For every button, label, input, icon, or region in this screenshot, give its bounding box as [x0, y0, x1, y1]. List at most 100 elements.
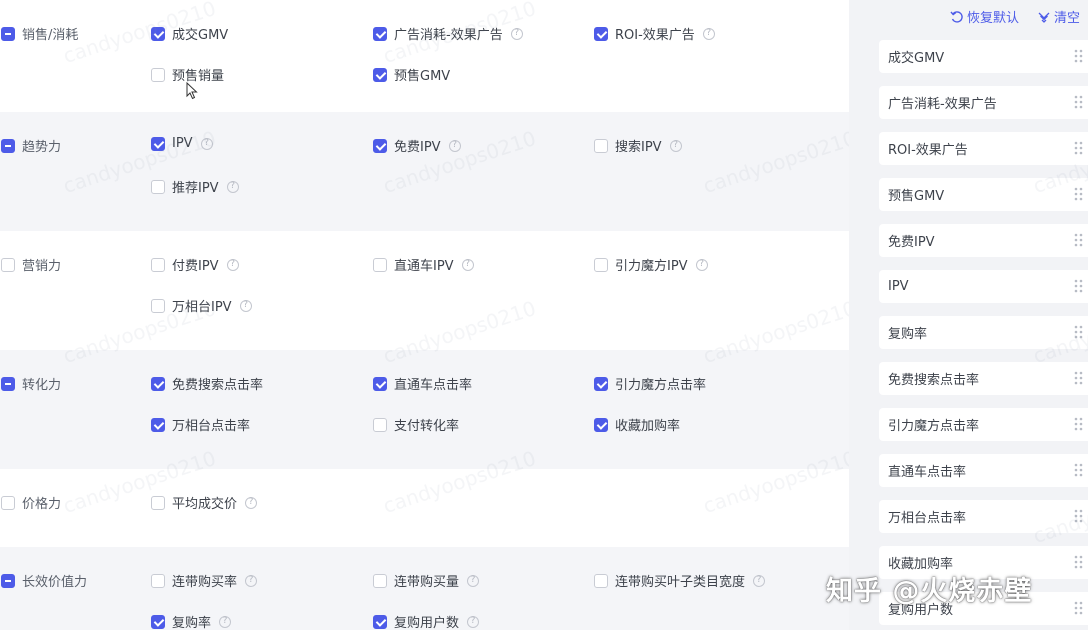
metric-checkbox-item[interactable]: IPV? — [151, 136, 213, 151]
metric-checkbox-item[interactable]: 复购用户数? — [373, 612, 480, 630]
selected-metric-item[interactable]: 免费搜索点击率 — [879, 362, 1088, 395]
metric-checkbox-item[interactable]: 直通车点击率 — [373, 374, 472, 393]
drag-handle-icon[interactable] — [1074, 187, 1084, 203]
metric-checkbox[interactable] — [594, 138, 608, 153]
metric-checkbox[interactable] — [594, 257, 608, 272]
drag-handle-icon[interactable] — [1074, 279, 1084, 295]
group-checkbox[interactable] — [1, 257, 15, 272]
question-circle-icon[interactable]: ? — [219, 615, 232, 628]
metric-checkbox[interactable] — [373, 67, 387, 82]
metric-checkbox-item[interactable]: ROI-效果广告? — [594, 24, 715, 43]
metric-checkbox[interactable] — [594, 376, 608, 391]
group-checkbox[interactable] — [1, 26, 15, 41]
restore-default-button[interactable]: 恢复默认 — [950, 7, 1019, 26]
metric-checkbox[interactable] — [151, 179, 165, 194]
metric-checkbox-item[interactable]: 支付转化率 — [373, 415, 459, 434]
metric-checkbox-item[interactable]: 广告消耗-效果广告? — [373, 24, 523, 43]
selected-metric-item[interactable]: 万相台点击率 — [879, 500, 1088, 533]
group-header-checkbox[interactable]: 趋势力 — [1, 136, 61, 155]
selected-metric-item[interactable]: ROI-效果广告 — [879, 132, 1088, 165]
group-header-checkbox[interactable]: 转化力 — [1, 374, 61, 393]
metric-checkbox[interactable] — [151, 67, 165, 82]
drag-handle-icon[interactable] — [1074, 233, 1084, 249]
metric-checkbox-item[interactable]: 免费搜索点击率 — [151, 374, 263, 393]
metric-checkbox-item[interactable]: 直通车IPV? — [373, 255, 474, 274]
drag-handle-icon[interactable] — [1074, 325, 1084, 341]
question-circle-icon[interactable]: ? — [226, 180, 239, 193]
drag-handle-icon[interactable] — [1074, 141, 1084, 157]
metric-checkbox-item[interactable]: 付费IPV? — [151, 255, 239, 274]
metric-checkbox-item[interactable]: 搜索IPV? — [594, 136, 682, 155]
metric-checkbox[interactable] — [373, 417, 387, 432]
metric-checkbox-item[interactable]: 复购率? — [151, 612, 232, 630]
drag-handle-icon[interactable] — [1074, 371, 1084, 387]
metric-checkbox[interactable] — [373, 257, 387, 272]
group-checkbox[interactable] — [1, 138, 15, 153]
metric-checkbox-item[interactable]: 引力魔方点击率 — [594, 374, 706, 393]
group-header-checkbox[interactable]: 长效价值力 — [1, 571, 87, 590]
question-circle-icon[interactable]: ? — [702, 27, 715, 40]
drag-handle-icon[interactable] — [1074, 509, 1084, 525]
metric-checkbox-item[interactable]: 连带购买量? — [373, 571, 480, 590]
group-header-checkbox[interactable]: 价格力 — [1, 493, 61, 512]
metric-checkbox[interactable] — [594, 573, 608, 588]
metric-checkbox[interactable] — [151, 376, 165, 391]
metric-checkbox[interactable] — [151, 614, 165, 629]
group-checkbox[interactable] — [1, 573, 15, 588]
selected-metric-item[interactable]: 预售GMV — [879, 178, 1088, 211]
selected-metric-item[interactable]: IPV — [879, 270, 1088, 303]
metric-checkbox-item[interactable]: 引力魔方IPV? — [594, 255, 708, 274]
group-header-checkbox[interactable]: 销售/消耗 — [1, 24, 78, 43]
question-circle-icon[interactable]: ? — [467, 615, 480, 628]
drag-handle-icon[interactable] — [1074, 463, 1084, 479]
metric-checkbox-item[interactable]: 收藏加购率 — [594, 415, 680, 434]
metric-checkbox-item[interactable]: 连带购买叶子类目宽度? — [594, 571, 766, 590]
selected-metric-item[interactable]: 成交GMV — [879, 40, 1088, 73]
metric-checkbox[interactable] — [151, 495, 165, 510]
question-circle-icon[interactable]: ? — [200, 137, 213, 150]
metric-checkbox[interactable] — [151, 417, 165, 432]
metric-checkbox[interactable] — [151, 298, 165, 313]
drag-handle-icon[interactable] — [1074, 555, 1084, 571]
metric-checkbox-item[interactable]: 推荐IPV? — [151, 177, 239, 196]
metric-checkbox[interactable] — [594, 417, 608, 432]
question-circle-icon[interactable]: ? — [239, 299, 252, 312]
question-circle-icon[interactable]: ? — [753, 574, 766, 587]
metric-checkbox[interactable] — [373, 138, 387, 153]
metric-checkbox[interactable] — [151, 26, 165, 41]
selected-metric-item[interactable]: 直通车点击率 — [879, 454, 1088, 487]
question-circle-icon[interactable]: ? — [669, 139, 682, 152]
question-circle-icon[interactable]: ? — [467, 574, 480, 587]
metric-checkbox-item[interactable]: 成交GMV — [151, 24, 228, 43]
clear-button[interactable]: 清空 — [1037, 7, 1080, 26]
question-circle-icon[interactable]: ? — [245, 574, 258, 587]
question-circle-icon[interactable]: ? — [510, 27, 523, 40]
metric-checkbox[interactable] — [373, 376, 387, 391]
metric-checkbox[interactable] — [151, 257, 165, 272]
metric-checkbox-item[interactable]: 平均成交价? — [151, 493, 258, 512]
metric-checkbox-item[interactable]: 免费IPV? — [373, 136, 461, 155]
drag-handle-icon[interactable] — [1074, 49, 1084, 65]
metric-checkbox[interactable] — [373, 26, 387, 41]
question-circle-icon[interactable]: ? — [695, 258, 708, 271]
metric-checkbox-item[interactable]: 万相台点击率 — [151, 415, 250, 434]
metric-checkbox-item[interactable]: 连带购买率? — [151, 571, 258, 590]
drag-handle-icon[interactable] — [1074, 95, 1084, 111]
metric-checkbox[interactable] — [151, 136, 165, 151]
group-checkbox[interactable] — [1, 495, 15, 510]
selected-metric-item[interactable]: 广告消耗-效果广告 — [879, 86, 1088, 119]
drag-handle-icon[interactable] — [1074, 601, 1084, 617]
selected-metric-item[interactable]: 免费IPV — [879, 224, 1088, 257]
question-circle-icon[interactable]: ? — [448, 139, 461, 152]
drag-handle-icon[interactable] — [1074, 417, 1084, 433]
metric-checkbox[interactable] — [151, 573, 165, 588]
group-checkbox[interactable] — [1, 376, 15, 391]
question-circle-icon[interactable]: ? — [245, 496, 258, 509]
metric-checkbox-item[interactable]: 万相台IPV? — [151, 296, 252, 315]
metric-checkbox[interactable] — [373, 614, 387, 629]
metric-checkbox[interactable] — [594, 26, 608, 41]
metric-checkbox-item[interactable]: 预售GMV — [373, 65, 450, 84]
question-circle-icon[interactable]: ? — [461, 258, 474, 271]
metric-checkbox[interactable] — [373, 573, 387, 588]
selected-metric-item[interactable]: 引力魔方点击率 — [879, 408, 1088, 441]
